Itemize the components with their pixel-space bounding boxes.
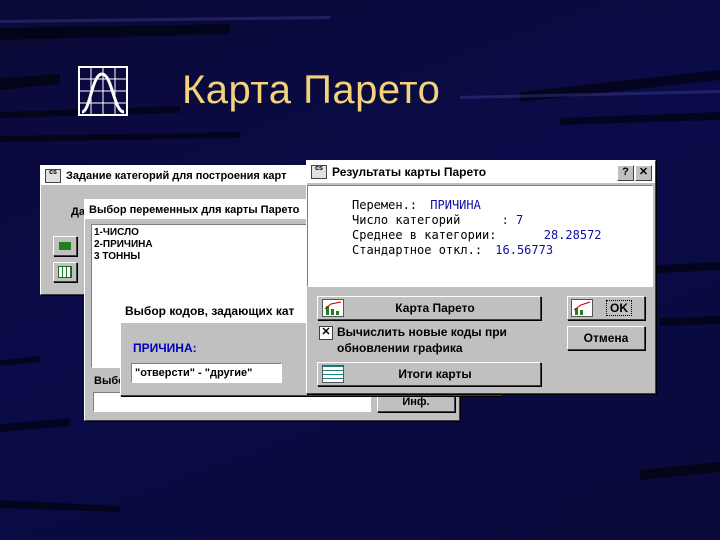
category-dialog-titlebar[interactable]: cs Задание категорий для построения карт [41,166,331,185]
results-dialog-titlebar[interactable]: cs Результаты карты Парето [307,161,655,183]
category-tool-button-1[interactable] [53,236,77,256]
category-dialog-title: Задание категорий для построения карт [66,169,287,182]
results-stats-panel: Перемен.: ПРИЧИНА Число категорий : 7 Ср… [307,185,653,287]
results-dialog: cs Результаты карты Парето ? ✕ Перемен.:… [306,160,656,394]
chart-totals-button[interactable]: Итоги карты [317,362,541,386]
stat-mean-label: Среднее в категории: [352,228,497,242]
pareto-chart-button[interactable]: Карта Парето [317,296,541,320]
stat-count-row: Число категорий : 7 [352,213,652,228]
system-menu-icon[interactable]: cs [45,168,61,183]
ok-button[interactable]: OK [567,296,645,320]
codes-input[interactable]: "отверсти" - "другие" [131,363,282,383]
stat-stddev-label: Стандартное откл.: [352,243,483,257]
totals-table-icon [322,365,344,383]
recompute-checkbox[interactable]: ✕ [319,326,333,340]
codes-variable-label: ПРИЧИНА: [133,341,197,355]
stat-mean-value: 28.28572 [543,228,602,242]
recompute-checkbox-label-line1[interactable]: Вычислить новые коды при [337,325,507,339]
stat-mean-row: Среднее в категории: 28.28572 [352,228,652,243]
cancel-button[interactable]: Отмена [567,326,645,350]
variables-dialog-title: Выбор переменных для карты Парето [89,203,300,216]
stat-variable-value: ПРИЧИНА [430,198,481,212]
stat-variable-row: Перемен.: ПРИЧИНА [352,198,652,213]
list-item[interactable]: 3 ТОННЫ [94,251,304,263]
help-button[interactable]: ? [617,165,634,181]
stat-count-value: : 7 [501,213,524,227]
category-dialog-label: Да [71,206,85,218]
arrow-down-icon [59,242,71,250]
pareto-chart-logo-icon [78,66,128,116]
codes-dialog-title: Выбор кодов, задающих кат [125,304,295,318]
stat-stddev-value: 16.56773 [495,243,554,257]
stat-count-label: Число категорий [352,213,461,227]
category-tool-button-2[interactable] [53,262,77,282]
slide-title: Карта Парето [182,68,441,112]
close-button[interactable]: ✕ [635,165,652,181]
list-item[interactable]: 1-ЧИСЛО [94,227,304,239]
chart-totals-button-label: Итоги карты [398,367,472,381]
grid-icon [58,266,72,278]
pareto-chart-icon [322,299,344,317]
ok-chart-icon [571,299,593,317]
pareto-chart-button-label: Карта Парето [395,301,475,315]
list-item[interactable]: 2-ПРИЧИНА [94,239,304,251]
stat-variable-label: Перемен.: [352,198,418,212]
ok-button-label: OK [606,300,632,316]
system-menu-icon[interactable]: cs [311,165,327,179]
stat-stddev-row: Стандартное откл.: 16.56773 [352,243,652,258]
recompute-checkbox-label-line2[interactable]: обновлении графика [337,341,463,355]
results-dialog-title: Результаты карты Парето [332,165,487,179]
